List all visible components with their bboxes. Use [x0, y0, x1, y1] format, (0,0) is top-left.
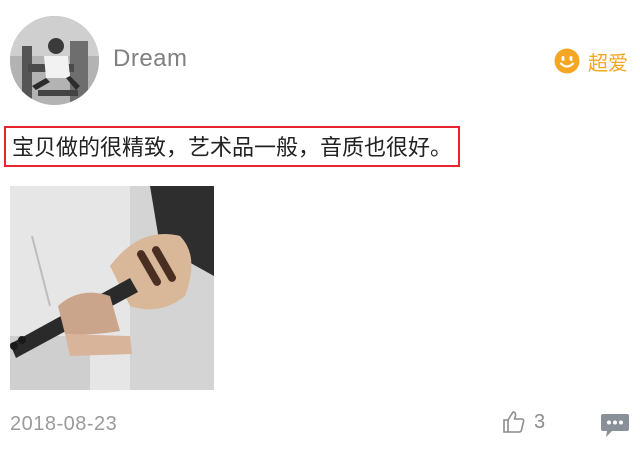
- thumbs-up-icon: [503, 411, 525, 433]
- review-date: 2018-08-23: [10, 413, 118, 435]
- comment-button[interactable]: [600, 412, 630, 440]
- review-photo[interactable]: [10, 186, 214, 390]
- smiley-face-icon: [554, 48, 580, 74]
- rating-badge: 超爱: [554, 45, 628, 77]
- like-button[interactable]: 3: [502, 410, 545, 434]
- like-count: 3: [534, 410, 546, 433]
- review-text: 宝贝做的很精致，艺术品一般，音质也很好。: [4, 126, 461, 167]
- comment-bubble-icon: [601, 414, 629, 437]
- avatar[interactable]: [10, 16, 99, 105]
- username[interactable]: Dream: [113, 45, 188, 73]
- rating-label: 超爱: [588, 52, 628, 75]
